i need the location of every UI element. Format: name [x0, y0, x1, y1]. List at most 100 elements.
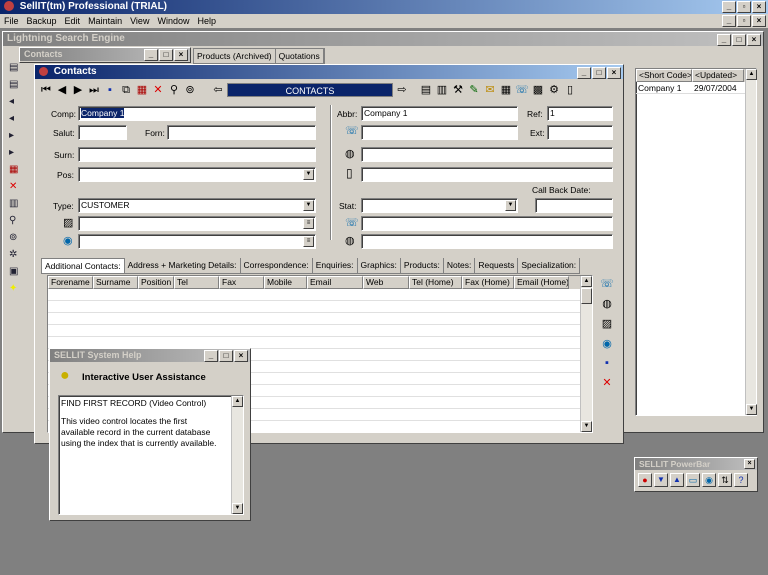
tab-requests[interactable]: Requests: [475, 258, 519, 273]
app-minimize-button[interactable]: _: [722, 1, 736, 13]
search-icon[interactable]: ⚲: [9, 215, 23, 226]
comp-field[interactable]: Company 1: [78, 106, 316, 121]
contacts-bg-close-button[interactable]: ×: [174, 49, 188, 61]
filter-icon[interactable]: ▦: [135, 83, 149, 97]
scroll-up-button[interactable]: ▲: [746, 69, 757, 80]
table-row[interactable]: Company 1 29/07/2004: [636, 82, 756, 94]
tab-products-archived[interactable]: Products (Archived): [194, 49, 276, 63]
pos-select[interactable]: ▼: [78, 167, 316, 182]
next-record-icon[interactable]: ▶: [71, 83, 85, 97]
mdi-restore-button[interactable]: ▫: [737, 15, 751, 27]
lock-icon[interactable]: ▣: [9, 266, 23, 277]
previous-record-icon[interactable]: ◀: [55, 83, 69, 97]
tab-correspondence[interactable]: Correspondence:: [241, 258, 313, 273]
scroll-up-button[interactable]: ▲: [581, 276, 592, 287]
chevron-down-icon[interactable]: ▼: [303, 200, 314, 211]
tab-specialization[interactable]: Specialization:: [518, 258, 581, 273]
type-select[interactable]: CUSTOMER ▼: [78, 198, 316, 213]
contacts-maximize-button[interactable]: □: [592, 67, 606, 79]
salut-field[interactable]: [78, 125, 127, 140]
col-short-code[interactable]: <Short Code>: [636, 69, 692, 82]
settings-icon[interactable]: ✲: [9, 249, 23, 260]
alt-phone-field[interactable]: [361, 216, 613, 231]
menu-file[interactable]: File: [4, 14, 19, 28]
stat-select[interactable]: ▼: [361, 198, 518, 213]
col-fax-home[interactable]: Fax (Home): [462, 276, 514, 289]
tab-products[interactable]: Products:: [401, 258, 444, 273]
grid-scrollbar[interactable]: ▲ ▼: [580, 276, 592, 432]
chevron-up-icon[interactable]: ▲: [670, 473, 684, 487]
web-icon[interactable]: ◉: [599, 337, 615, 350]
preferences-icon[interactable]: ⚙: [547, 83, 561, 97]
surn-field[interactable]: [78, 147, 316, 162]
web-field[interactable]: ≡: [78, 234, 316, 249]
delete-icon[interactable]: ✕: [151, 83, 165, 97]
doc-icon[interactable]: ▤: [9, 62, 23, 73]
contacts-minimize-button[interactable]: _: [577, 67, 591, 79]
wrench-icon[interactable]: ✎: [467, 83, 481, 97]
menu-maintain[interactable]: Maintain: [88, 14, 122, 28]
col-tel-home[interactable]: Tel (Home): [409, 276, 462, 289]
abbr-field[interactable]: Company 1: [361, 106, 518, 121]
phone-icon[interactable]: ☏: [515, 83, 529, 97]
col-tel[interactable]: Tel: [174, 276, 219, 289]
star-icon[interactable]: ✦: [9, 283, 23, 294]
menu-backup[interactable]: Backup: [27, 14, 57, 28]
mdi-minimize-button[interactable]: _: [722, 15, 736, 27]
first-record-icon[interactable]: ⏮: [39, 83, 53, 97]
forward-arrow-icon[interactable]: ⇨: [395, 83, 409, 97]
spin-icon[interactable]: ≡: [303, 218, 314, 229]
phone-field[interactable]: [361, 125, 518, 140]
phone-icon[interactable]: ☏: [599, 277, 615, 290]
sort-icon[interactable]: ⇅: [718, 473, 732, 487]
help-scrollbar[interactable]: ▲ ▼: [231, 396, 243, 514]
scroll-down-button[interactable]: ▼: [581, 421, 592, 432]
col-web[interactable]: Web: [363, 276, 409, 289]
delete-icon[interactable]: ✕: [9, 181, 23, 192]
filter-icon[interactable]: ▦: [9, 164, 23, 175]
col-email-home[interactable]: Email (Home): [514, 276, 569, 289]
search-icon[interactable]: ⚲: [167, 83, 181, 97]
contacts-bg-minimize-button[interactable]: _: [144, 49, 158, 61]
scroll-up-button[interactable]: ▲: [232, 396, 243, 407]
mobile-field[interactable]: [361, 147, 613, 162]
tools-icon[interactable]: ⚒: [451, 83, 465, 97]
contacts-close-button[interactable]: ×: [607, 67, 621, 79]
tab-additional-contacts[interactable]: Additional Contacts:: [41, 258, 125, 273]
forn-field[interactable]: [167, 125, 316, 140]
ext-field[interactable]: [547, 125, 613, 140]
help-text-area[interactable]: FIND FIRST RECORD (Video Control) This v…: [58, 395, 244, 515]
fax-field[interactable]: ≡: [78, 216, 316, 231]
help-minimize-button[interactable]: _: [204, 350, 218, 362]
globe-icon[interactable]: ◉: [702, 473, 716, 487]
menu-view[interactable]: View: [130, 14, 149, 28]
callback-date-field[interactable]: [535, 198, 613, 213]
tab-notes[interactable]: Notes:: [444, 258, 476, 273]
spin-icon[interactable]: ≡: [303, 236, 314, 247]
save-icon[interactable]: ▪: [103, 83, 117, 97]
arrow-icon[interactable]: ◂: [9, 113, 23, 124]
back-arrow-icon[interactable]: ⇦: [211, 83, 225, 97]
arrow-icon[interactable]: ◂: [9, 96, 23, 107]
ref-field[interactable]: 1: [547, 106, 613, 121]
record-icon[interactable]: ●: [638, 473, 652, 487]
col-updated[interactable]: <Updated>: [692, 69, 744, 82]
pager-field[interactable]: [361, 167, 613, 182]
alt-mobile-field[interactable]: [361, 234, 613, 249]
last-record-icon[interactable]: ⏭: [87, 83, 101, 97]
mdi-close-button[interactable]: ×: [752, 15, 766, 27]
col-email[interactable]: Email: [307, 276, 363, 289]
mobile-icon[interactable]: ◍: [599, 297, 615, 310]
tab-quotations[interactable]: Quotations: [276, 49, 324, 63]
binoculars-icon[interactable]: ⊚: [183, 83, 197, 97]
arrow-icon[interactable]: ▸: [9, 147, 23, 158]
lse-maximize-button[interactable]: □: [732, 34, 746, 46]
menu-help[interactable]: Help: [197, 14, 216, 28]
menu-window[interactable]: Window: [157, 14, 189, 28]
chevron-down-icon[interactable]: ▼: [505, 200, 516, 211]
print-icon[interactable]: ▥: [435, 83, 449, 97]
help-maximize-button[interactable]: □: [219, 350, 233, 362]
notes-icon[interactable]: ▯: [563, 83, 577, 97]
mail-icon[interactable]: ✉: [483, 83, 497, 97]
delete-icon[interactable]: ✕: [599, 376, 615, 389]
